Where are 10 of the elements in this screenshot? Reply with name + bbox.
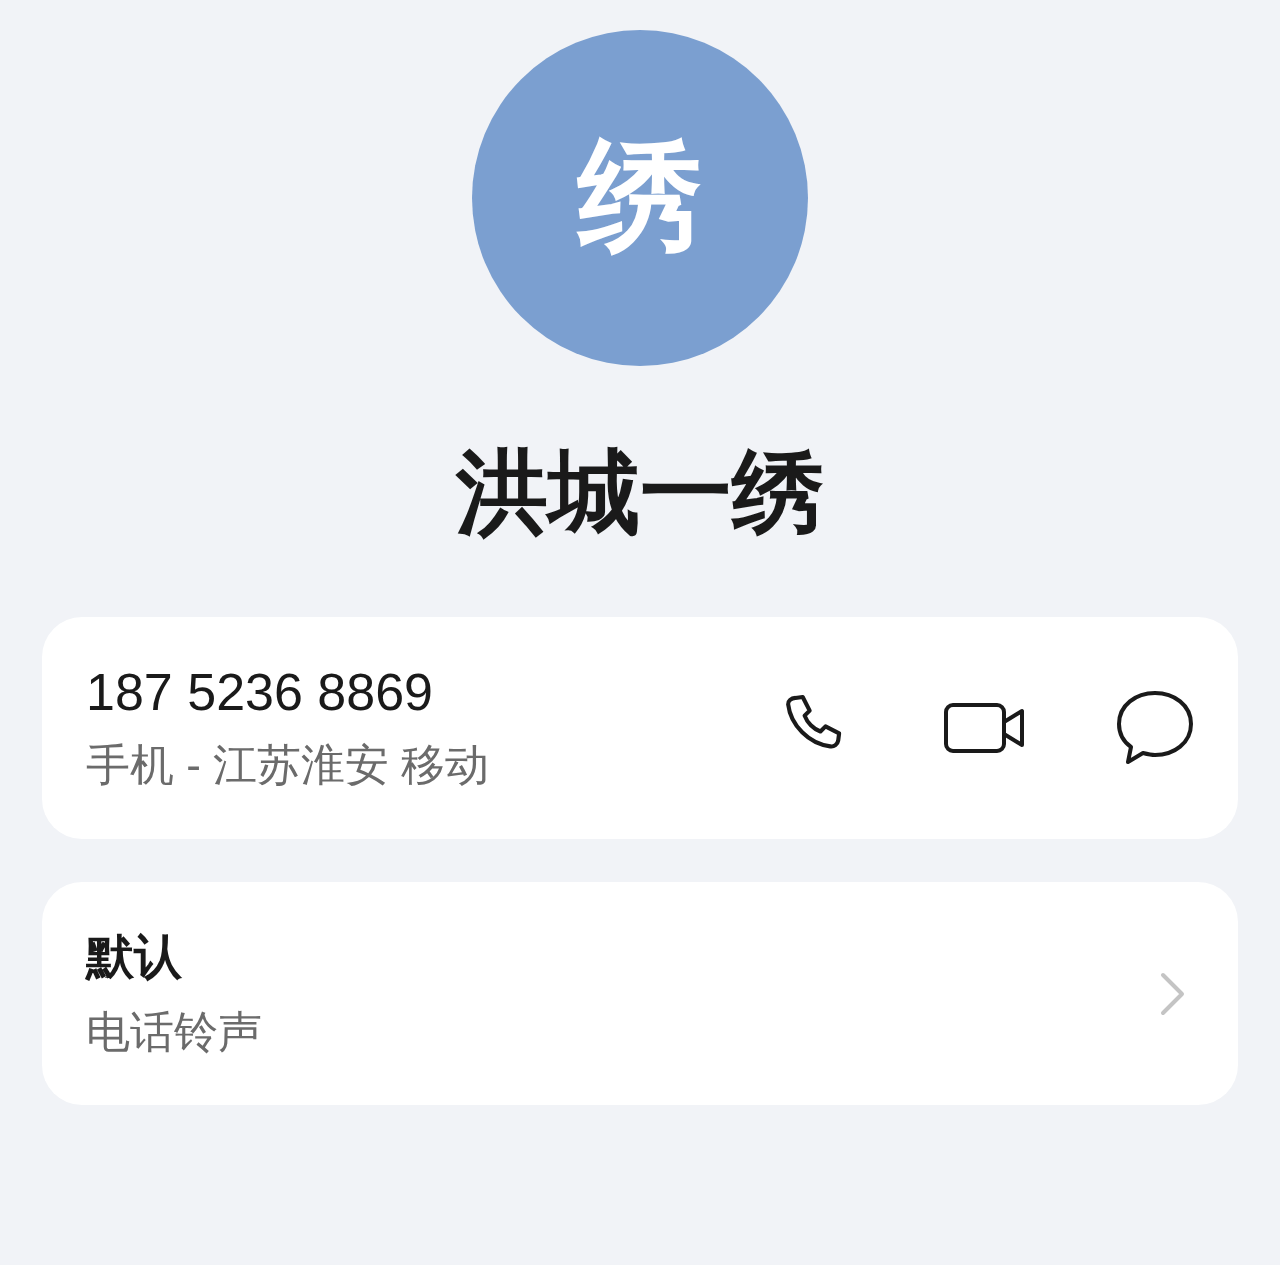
ringtone-value: 默认 (86, 929, 183, 986)
phone-detail: 手机 - 江苏淮安 移动 (86, 738, 491, 791)
contact-name: 洪城一绣 (456, 442, 824, 544)
ringtone-label: 电话铃声 (86, 1006, 263, 1059)
video-call-button[interactable] (944, 702, 1026, 755)
message-button[interactable] (1116, 690, 1194, 767)
chevron-icon (1160, 971, 1186, 1016)
ringtone-row[interactable]: 默认 电话铃声 (42, 882, 1238, 1106)
phone-number: 187 5236 8869 (86, 661, 434, 722)
contact-avatar: 绣 (472, 30, 808, 366)
